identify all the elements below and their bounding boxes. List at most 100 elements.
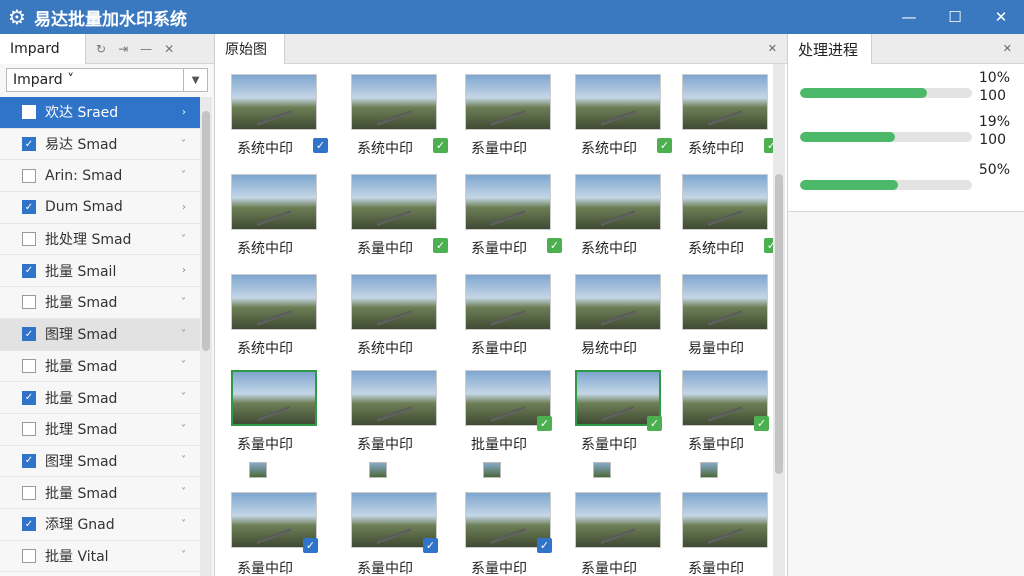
chevron-icon[interactable]: ˅ bbox=[181, 550, 186, 561]
chevron-icon[interactable]: ˅ bbox=[181, 392, 186, 403]
checkbox[interactable] bbox=[22, 105, 36, 120]
thumbnail-cell[interactable]: 系统中印 ✓ bbox=[349, 74, 449, 166]
thumbnail-image[interactable] bbox=[465, 174, 551, 230]
thumbnail-image[interactable] bbox=[351, 74, 437, 130]
thumbnail-cell[interactable]: 系量中印 ✓ bbox=[229, 492, 329, 576]
tab-original[interactable]: 原始图 bbox=[215, 34, 285, 64]
check-icon[interactable]: ✓ bbox=[657, 138, 672, 153]
thumbnail-image[interactable] bbox=[575, 274, 661, 330]
close-icon[interactable]: ✕ bbox=[1003, 42, 1012, 55]
thumbnail-cell[interactable]: 系统中印 bbox=[573, 174, 673, 266]
thumbnail-image[interactable] bbox=[231, 174, 317, 230]
left-scroll-thumb[interactable] bbox=[202, 111, 210, 351]
thumbnail-cell[interactable]: 系量中印 bbox=[463, 74, 563, 166]
minimize-button[interactable]: — bbox=[886, 0, 932, 34]
thumbnail-cell[interactable]: 批量中印 ✓ bbox=[463, 370, 563, 478]
thumbnail-cell[interactable]: 系量中印 bbox=[680, 492, 780, 576]
thumbnail-cell[interactable]: 系统中印 bbox=[349, 274, 449, 366]
chevron-icon[interactable]: ˅ bbox=[181, 329, 186, 340]
thumbnail-image[interactable] bbox=[575, 174, 661, 230]
center-scroll-thumb[interactable] bbox=[775, 174, 783, 474]
list-item[interactable]: 批量 Smad ˅ bbox=[0, 477, 200, 509]
minimize-panel-icon[interactable]: — bbox=[140, 42, 152, 56]
checkbox[interactable]: ✓ bbox=[22, 200, 36, 215]
thumbnail-cell[interactable]: 系统中印 ✓ bbox=[573, 74, 673, 166]
list-item[interactable]: 欢达 Sraed › bbox=[0, 97, 200, 129]
thumbnail-cell[interactable]: 系量中印 bbox=[229, 370, 329, 478]
list-item[interactable]: ✓ Dum Smad › bbox=[0, 192, 200, 224]
thumbnail-cell[interactable]: 系量中印 bbox=[573, 492, 673, 576]
check-icon[interactable]: ✓ bbox=[313, 138, 328, 153]
check-icon[interactable]: ✓ bbox=[303, 538, 318, 553]
check-icon[interactable]: ✓ bbox=[423, 538, 438, 553]
thumbnail-cell[interactable]: 系量中印 ✓ bbox=[349, 174, 449, 266]
checkbox[interactable]: ✓ bbox=[22, 263, 36, 278]
chevron-icon[interactable]: ˅ bbox=[181, 424, 186, 435]
close-icon[interactable]: ✕ bbox=[768, 42, 777, 55]
thumbnail-image[interactable] bbox=[231, 74, 317, 130]
list-item[interactable]: 批量 Vital ˅ bbox=[0, 541, 200, 573]
checkbox[interactable]: ✓ bbox=[22, 137, 36, 152]
thumbnail-image[interactable] bbox=[351, 370, 437, 426]
maximize-button[interactable]: ☐ bbox=[932, 0, 978, 34]
checkbox[interactable] bbox=[22, 485, 36, 500]
checkbox[interactable] bbox=[22, 232, 36, 247]
checkbox[interactable] bbox=[22, 168, 36, 183]
list-item[interactable]: ✓ 易达 Smad ˅ bbox=[0, 129, 200, 161]
thumbnail-image[interactable] bbox=[575, 492, 661, 548]
checkbox[interactable] bbox=[22, 358, 36, 373]
thumbnail-cell[interactable]: 易量中印 bbox=[680, 274, 780, 366]
checkbox[interactable] bbox=[22, 295, 36, 310]
thumbnail-image[interactable] bbox=[231, 370, 317, 426]
thumbnail-image[interactable] bbox=[231, 274, 317, 330]
close-button[interactable]: ✕ bbox=[978, 0, 1024, 34]
checkbox[interactable]: ✓ bbox=[22, 453, 36, 468]
thumbnail-cell[interactable]: 系量中印 bbox=[349, 370, 449, 478]
left-scrollbar[interactable] bbox=[200, 97, 212, 576]
restore-icon[interactable]: ↻ bbox=[96, 42, 106, 56]
check-icon[interactable]: ✓ bbox=[537, 416, 552, 431]
thumbnail-image[interactable] bbox=[682, 274, 768, 330]
list-item[interactable]: ✓ 图理 Smad ˅ bbox=[0, 318, 200, 351]
thumbnail-cell[interactable]: 系量中印 ✓ bbox=[680, 370, 780, 478]
check-icon[interactable]: ✓ bbox=[537, 538, 552, 553]
list-item[interactable]: 批量 Smad ˅ bbox=[0, 287, 200, 319]
chevron-icon[interactable]: ˅ bbox=[181, 455, 186, 466]
chevron-icon[interactable]: › bbox=[182, 202, 186, 213]
list-item[interactable]: ✓ 添理 Gnad ˅ bbox=[0, 509, 200, 541]
list-item[interactable]: ✓ 图理 Smad ˅ bbox=[0, 446, 200, 478]
list-item[interactable]: 批量 Til bbox=[0, 572, 200, 576]
check-icon[interactable]: ✓ bbox=[547, 238, 562, 253]
center-scrollbar[interactable] bbox=[773, 64, 785, 576]
list-item[interactable]: 批处理 Smad ˅ bbox=[0, 224, 200, 256]
chevron-icon[interactable]: ˅ bbox=[181, 487, 186, 498]
thumbnail-cell[interactable]: 系统中印 ✓ bbox=[680, 74, 780, 166]
thumbnail-cell[interactable]: 系统中印 bbox=[229, 174, 329, 266]
chevron-icon[interactable]: ˅ bbox=[181, 519, 186, 530]
thumbnail-cell[interactable]: 系量中印 ✓ bbox=[463, 174, 563, 266]
list-item[interactable]: 批量 Smad ˅ bbox=[0, 351, 200, 383]
pin-icon[interactable]: ⇥ bbox=[118, 42, 128, 56]
thumbnail-cell[interactable]: 系量中印 bbox=[463, 274, 563, 366]
tab-impard[interactable]: Impard bbox=[0, 33, 86, 64]
thumbnail-image[interactable] bbox=[351, 174, 437, 230]
thumbnail-cell[interactable]: 系量中印 ✓ bbox=[463, 492, 563, 576]
thumbnail-cell[interactable]: 系统中印 ✓ bbox=[229, 74, 329, 166]
checkbox[interactable]: ✓ bbox=[22, 390, 36, 405]
checkbox[interactable]: ✓ bbox=[22, 327, 36, 342]
tab-progress[interactable]: 处理进程 bbox=[788, 34, 872, 64]
checkbox[interactable] bbox=[22, 422, 36, 437]
thumbnail-cell[interactable]: 系统中印 ✓ bbox=[680, 174, 780, 266]
list-item[interactable]: ✓ 批量 Smad ˅ bbox=[0, 382, 200, 414]
chevron-icon[interactable]: ˅ bbox=[181, 297, 186, 308]
check-icon[interactable]: ✓ bbox=[647, 416, 662, 431]
list-item[interactable]: ✓ 批量 Smail › bbox=[0, 255, 200, 288]
thumbnail-image[interactable] bbox=[682, 74, 768, 130]
checkbox[interactable] bbox=[22, 548, 36, 563]
thumbnail-image[interactable] bbox=[465, 274, 551, 330]
source-dropdown[interactable]: Impard ˅ bbox=[6, 68, 185, 92]
thumbnail-cell[interactable]: 易统中印 bbox=[573, 274, 673, 366]
chevron-icon[interactable]: ˅ bbox=[181, 234, 186, 245]
check-icon[interactable]: ✓ bbox=[433, 138, 448, 153]
chevron-icon[interactable]: ˅ bbox=[181, 139, 186, 150]
